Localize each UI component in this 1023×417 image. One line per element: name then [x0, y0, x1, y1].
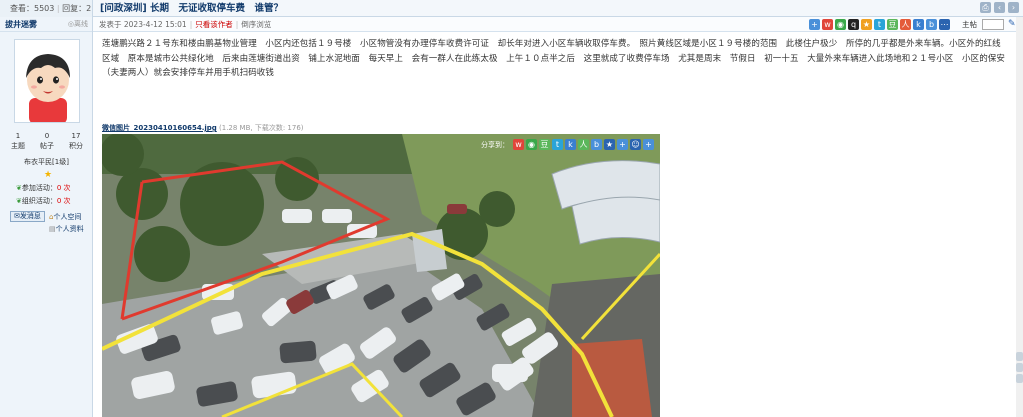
post-image[interactable]: 分享到： w ◉ 豆 t k 人 b ★ + ☺ + — [102, 134, 660, 417]
author-header: 拔井迷雾 ◎离线 — [0, 17, 92, 32]
baidu-icon[interactable]: b — [591, 139, 602, 150]
post-meta-info: 发表于 2023-4-12 15:01 | 只看该作者 | 倒序浏览 — [99, 20, 272, 29]
thread-stats: 查看：5503 | 回复：2 — [0, 0, 93, 17]
user-icon[interactable]: ☺ — [630, 139, 641, 150]
qzone-icon[interactable]: ★ — [861, 19, 872, 30]
baidu-icon[interactable]: b — [926, 19, 937, 30]
weibo-icon[interactable]: w — [513, 139, 524, 150]
kaixin-icon[interactable]: k — [913, 19, 924, 30]
qzone-icon[interactable]: ★ — [604, 139, 615, 150]
tencent-icon[interactable]: t — [874, 19, 885, 30]
scroll-top-icon[interactable] — [1016, 352, 1023, 361]
share-label: 分享到： — [481, 140, 509, 149]
profile-icon: ▤ — [49, 225, 56, 233]
douban-icon[interactable]: 豆 — [539, 139, 550, 150]
more-share-icon[interactable]: + — [643, 139, 654, 150]
author-rank: 布衣平民[1级] — [24, 158, 69, 166]
topic-header: 查看：5503 | 回复：2 [问政深圳] 长期 无证收取停车费 谁管？ ⎙ ‹… — [0, 0, 1023, 17]
floor-label: 主帖 — [962, 20, 977, 29]
qq-icon[interactable]: q — [848, 19, 859, 30]
personal-space-link[interactable]: ⌂个人空间 — [49, 212, 81, 222]
thread-title: [问政深圳] 长期 无证收取停车费 谁管？ — [100, 3, 283, 14]
attachment-info: 微信图片_20230410160654.jpg (1.28 MB, 下载次数: … — [102, 123, 304, 133]
renren-icon[interactable]: 人 — [578, 139, 589, 150]
scroll-down-icon[interactable] — [1016, 374, 1023, 383]
author-stats: 1 主题 0 帖子 17 积分 — [6, 131, 88, 151]
stat-posts[interactable]: 0 帖子 — [35, 131, 59, 151]
next-thread-icon[interactable]: › — [1008, 2, 1019, 13]
post-meta: 发表于 2023-4-12 15:01 | 只看该作者 | 倒序浏览 + w ◉ q ★… — [93, 17, 1023, 32]
scroll-up-icon[interactable] — [1016, 363, 1023, 372]
profile-link[interactable]: ▤个人资料 — [49, 224, 84, 234]
views-label: 查看： — [10, 4, 34, 13]
reverse-order-link[interactable]: 倒序浏览 — [241, 20, 271, 29]
post-body: 莲塘鹏兴路２１号东和楼由鹏基物业管理 小区内还包括１９号楼 小区物管没有办理停车… — [102, 39, 1006, 78]
replies-count: 2 — [86, 4, 92, 13]
kaixin-icon[interactable]: k — [565, 139, 576, 150]
renren-icon[interactable]: 人 — [900, 19, 911, 30]
douban-icon[interactable]: 豆 — [887, 19, 898, 30]
avatar[interactable] — [14, 39, 80, 123]
replies-label: 回复： — [62, 4, 87, 13]
activity-joined: ❦参加活动：0 次 — [16, 184, 71, 192]
attachment-meta: (1.28 MB, 下载次数: 176) — [219, 124, 304, 132]
attachment-link[interactable]: 微信图片_20230410160654.jpg — [102, 124, 217, 132]
wechat-icon[interactable]: ◉ — [835, 19, 846, 30]
plus-icon[interactable]: + — [617, 139, 628, 150]
more-share-icon[interactable]: ⋯ — [939, 19, 950, 30]
plus-icon[interactable]: + — [809, 19, 820, 30]
floor-jump-input[interactable] — [982, 19, 1004, 30]
print-icon[interactable]: ⎙ — [980, 2, 991, 13]
top-tools: ⎙ ‹ › — [980, 2, 1019, 13]
scroll-tools — [1016, 352, 1023, 383]
activity-organized: ❦组织活动：0 次 — [16, 197, 71, 205]
weibo-icon[interactable]: w — [822, 19, 833, 30]
post-time: 发表于 2023-4-12 15:01 — [99, 20, 187, 29]
tencent-icon[interactable]: t — [552, 139, 563, 150]
prev-thread-icon[interactable]: ‹ — [994, 2, 1005, 13]
wechat-icon[interactable]: ◉ — [526, 139, 537, 150]
author-status: ◎离线 — [67, 20, 88, 28]
views-count: 5503 — [34, 4, 55, 13]
send-message-button[interactable]: ✉发消息 — [10, 211, 45, 222]
rank-star-icon: ★ — [44, 170, 53, 180]
share-toolbar: + w ◉ q ★ t 豆 人 k b ⋯ — [809, 19, 950, 30]
image-share-toolbar: 分享到： w ◉ 豆 t k 人 b ★ + ☺ + — [481, 139, 654, 150]
author-only-link[interactable]: 只看该作者 — [195, 20, 233, 29]
author-sidebar: 拔井迷雾 ◎离线 1 主题 0 帖子 17 积分 布衣平民[1级] ★ ❦参加活… — [0, 17, 93, 417]
author-name[interactable]: 拔井迷雾 — [5, 20, 37, 29]
stat-threads[interactable]: 1 主题 — [6, 131, 30, 151]
stat-points: 17 积分 — [69, 132, 83, 150]
